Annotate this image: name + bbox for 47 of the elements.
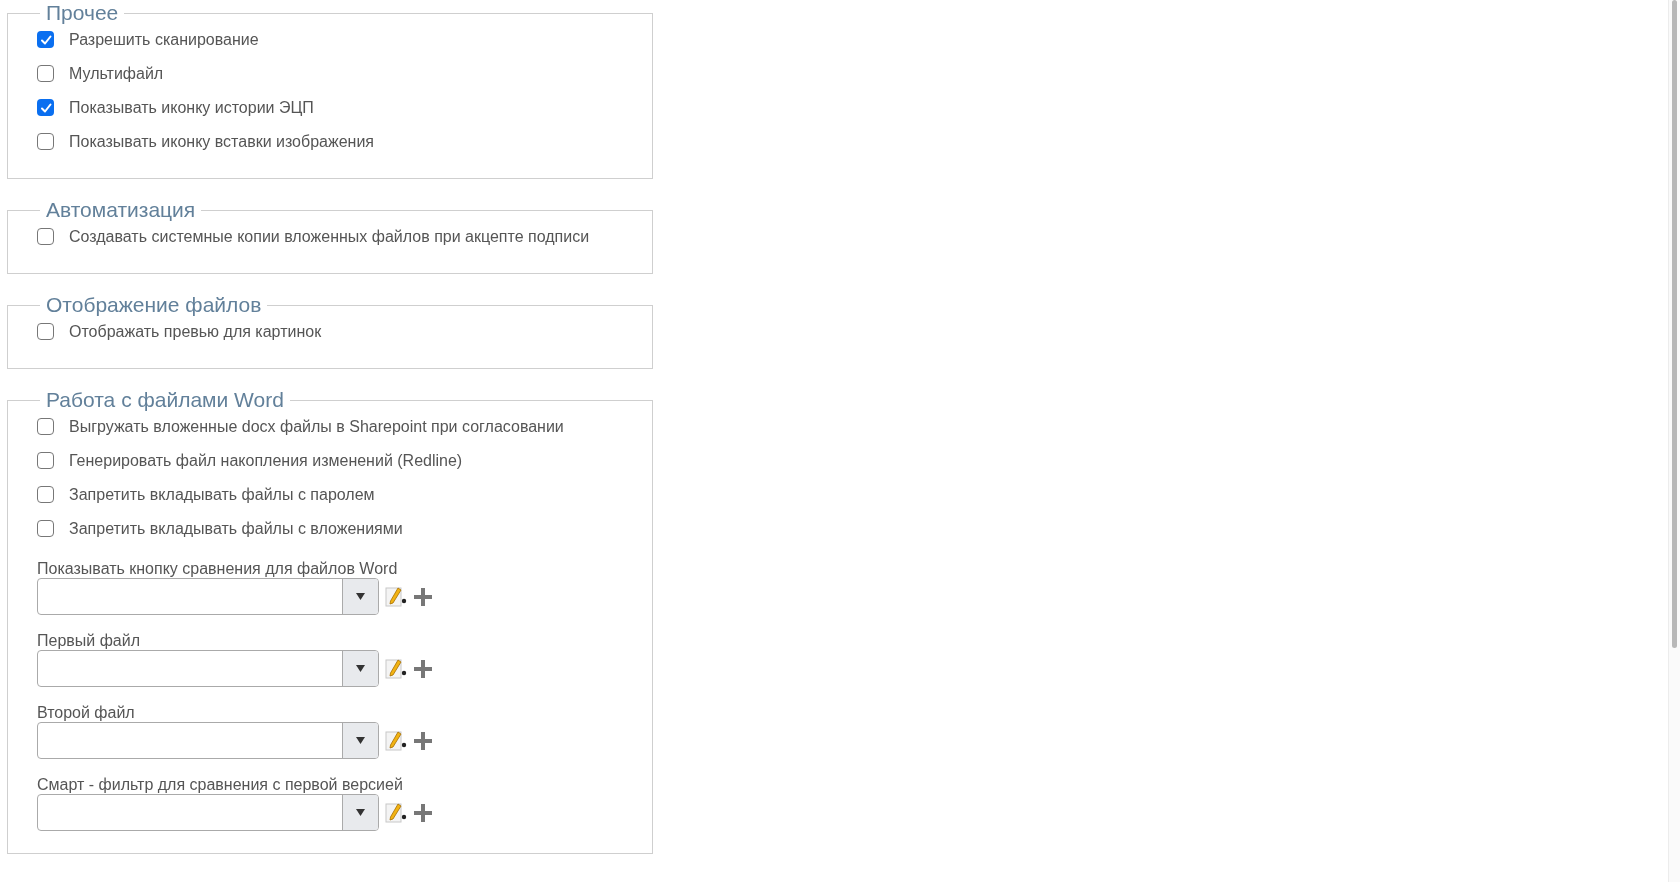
group-title: Автоматизация [45, 197, 197, 223]
caret-icon [356, 593, 365, 600]
dropdown[interactable] [37, 794, 379, 831]
add-icon[interactable] [413, 586, 433, 607]
checkbox[interactable] [37, 31, 54, 48]
checkbox-label: Генерировать файл накопления изменений (Redline) [69, 451, 463, 469]
field-label: Показывать кнопку сравнения для файлов Word [37, 559, 399, 578]
group-title: Прочее [45, 0, 120, 26]
caret-icon [356, 665, 365, 672]
checkbox[interactable] [37, 452, 54, 469]
checkbox-label: Мультифайл [69, 64, 164, 82]
checkbox[interactable] [37, 323, 54, 340]
checkbox[interactable] [37, 520, 54, 537]
checkbox[interactable] [37, 65, 54, 82]
checkbox-label: Запретить вкладывать файлы с вложениями [69, 519, 403, 537]
field-label: Первый файл [37, 631, 141, 650]
field-label: Смарт - фильтр для сравнения с первой версией [37, 775, 404, 794]
checkbox-label: Показывать иконку вставки изображения [69, 132, 374, 150]
group-title: Отображение файлов [45, 292, 263, 318]
dropdown[interactable] [37, 650, 379, 687]
checkbox-label: Выгружать вложенные docx файлы в Sharepoint при согласовании [69, 417, 564, 435]
checkbox-label: Создавать системные копии вложенных файлов при акцепте подписи [69, 227, 590, 245]
caret-icon [356, 737, 365, 744]
check-icon [39, 101, 52, 114]
add-icon[interactable] [413, 730, 433, 751]
dropdown[interactable] [37, 578, 379, 615]
dropdown[interactable] [37, 722, 379, 759]
checkbox-label: Разрешить сканирование [69, 30, 259, 48]
field-label: Второй файл [37, 703, 136, 722]
edit-icon[interactable] [385, 585, 407, 608]
add-icon[interactable] [413, 802, 433, 823]
group-title: Работа с файлами Word [45, 387, 285, 413]
check-icon [39, 33, 52, 46]
checkbox[interactable] [37, 418, 54, 435]
checkbox[interactable] [37, 99, 54, 116]
checkbox[interactable] [37, 486, 54, 503]
add-icon[interactable] [413, 658, 433, 679]
scrollbar[interactable] [1668, 0, 1680, 882]
checkbox-label: Показывать иконку истории ЭЦП [69, 98, 314, 116]
checkbox[interactable] [37, 133, 54, 150]
edit-icon[interactable] [385, 657, 407, 680]
edit-icon[interactable] [385, 729, 407, 752]
edit-icon[interactable] [385, 801, 407, 824]
checkbox-label: Отображать превью для картинок [69, 322, 322, 340]
checkbox[interactable] [37, 228, 54, 245]
caret-icon [356, 809, 365, 816]
checkbox-label: Запретить вкладывать файлы с паролем [69, 485, 375, 503]
